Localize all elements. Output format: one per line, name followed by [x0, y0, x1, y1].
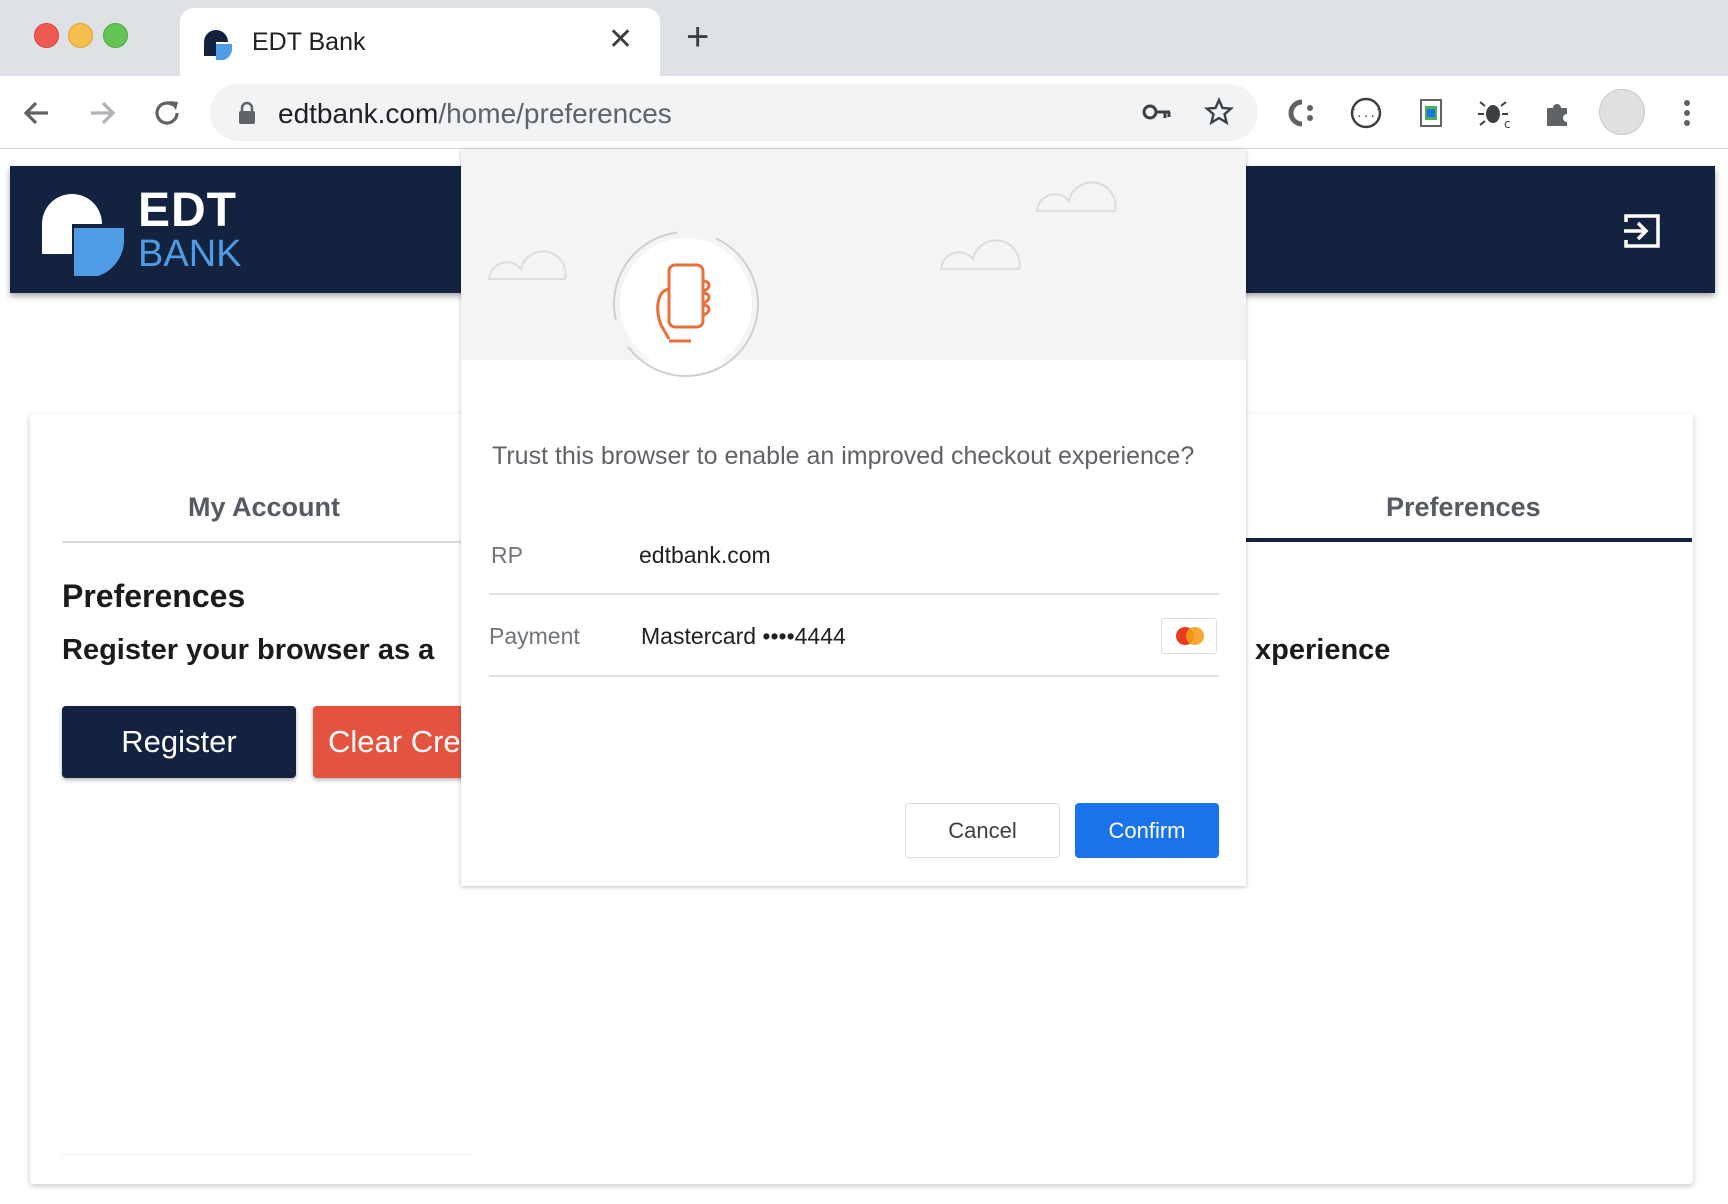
- row-divider: [489, 593, 1219, 595]
- svg-text:{...}: {...}: [1349, 107, 1382, 120]
- cancel-button[interactable]: Cancel: [905, 803, 1060, 858]
- new-tab-icon[interactable]: +: [686, 17, 709, 57]
- payment-value: Mastercard ••••4444: [641, 623, 846, 649]
- browser-tab-edt-bank[interactable]: EDT Bank ✕: [180, 8, 660, 76]
- lock-icon[interactable]: [237, 101, 257, 125]
- bug-extension-icon[interactable]: c: [1476, 94, 1514, 132]
- dialog-question: Trust this browser to enable an improved…: [492, 442, 1195, 470]
- register-description: Register your browser as a: [62, 634, 435, 666]
- dialog-hero: [461, 149, 1246, 360]
- extensions-puzzle-icon[interactable]: [1539, 94, 1577, 132]
- phone-in-hand-icon: [613, 231, 759, 377]
- window-close-button[interactable]: [34, 23, 59, 48]
- row-divider: [489, 675, 1219, 677]
- svg-text:c: c: [1504, 117, 1511, 131]
- kebab-menu-icon[interactable]: [1668, 94, 1706, 132]
- page-title: Preferences: [62, 578, 246, 614]
- tab-preferences[interactable]: Preferences: [1386, 492, 1541, 523]
- url-domain: edtbank.com: [278, 98, 439, 129]
- register-button[interactable]: Register: [62, 706, 296, 778]
- back-arrow-icon[interactable]: [18, 94, 56, 132]
- forward-arrow-icon[interactable]: [83, 94, 121, 132]
- address-bar[interactable]: edtbank.com/home/preferences: [210, 84, 1258, 141]
- browser-toolbar: edtbank.com/home/preferences {...} c: [0, 76, 1728, 149]
- tab-title: EDT Bank: [252, 28, 366, 56]
- close-tab-icon[interactable]: ✕: [608, 25, 633, 55]
- mastercard-icon: [1161, 618, 1217, 654]
- css-extension-icon[interactable]: [1282, 94, 1320, 132]
- profile-avatar[interactable]: [1599, 89, 1645, 135]
- tab-divider: [62, 541, 462, 543]
- window-zoom-button[interactable]: [103, 23, 128, 48]
- window-minimize-button[interactable]: [68, 23, 93, 48]
- card-footer-divider: [62, 1154, 472, 1155]
- register-description-tail: xperience: [1255, 634, 1391, 666]
- tab-my-account[interactable]: My Account: [188, 492, 340, 523]
- reload-icon[interactable]: [148, 94, 186, 132]
- edt-favicon-icon: [204, 30, 233, 60]
- rp-value: edtbank.com: [639, 542, 771, 568]
- edt-bank-logo-icon[interactable]: [42, 194, 124, 276]
- rp-label: RP: [491, 542, 523, 568]
- logo-text-edt: EDT: [138, 184, 237, 237]
- payment-label: Payment: [489, 623, 580, 649]
- tab-active-indicator: [1246, 538, 1692, 542]
- url-text[interactable]: edtbank.com/home/preferences: [278, 98, 672, 130]
- key-icon[interactable]: [1142, 100, 1172, 124]
- logout-icon[interactable]: [1622, 212, 1662, 250]
- url-path: /home/preferences: [438, 98, 672, 129]
- browser-tab-strip: EDT Bank ✕ +: [0, 0, 1728, 76]
- confirm-button[interactable]: Confirm: [1075, 803, 1219, 858]
- trust-browser-dialog: Trust this browser to enable an improved…: [461, 149, 1246, 886]
- json-extension-icon[interactable]: {...}: [1347, 94, 1385, 132]
- bookmark-star-icon[interactable]: [1204, 97, 1234, 127]
- logo-text-bank: BANK: [138, 233, 242, 275]
- document-extension-icon[interactable]: [1412, 94, 1450, 132]
- cloud-decoration-icon: [487, 181, 1117, 280]
